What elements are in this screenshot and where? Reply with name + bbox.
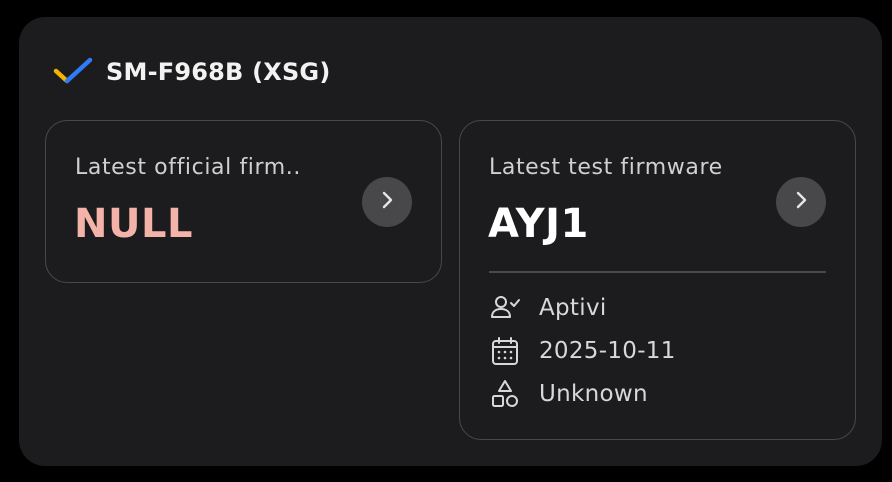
- test-firmware-card[interactable]: Latest test firmware AYJ1 Aptivi 2025-10…: [459, 120, 856, 440]
- firmware-date-row: 2025-10-11: [489, 335, 676, 367]
- shapes-icon: [489, 378, 521, 410]
- device-title: SM-F968B (XSG): [106, 58, 331, 86]
- test-firmware-label: Latest test firmware: [489, 155, 723, 180]
- firmware-date-text: 2025-10-11: [539, 338, 676, 364]
- official-firmware-value: NULL: [74, 201, 193, 247]
- firmware-author-row: Aptivi: [489, 292, 607, 324]
- official-firmware-label: Latest official firm..: [75, 155, 301, 180]
- firmware-category-row: Unknown: [489, 378, 648, 410]
- chevron-right-icon: [791, 190, 811, 214]
- official-firmware-open-button[interactable]: [362, 177, 412, 227]
- firmware-author-text: Aptivi: [539, 295, 607, 321]
- person-check-icon: [489, 292, 521, 324]
- test-firmware-open-button[interactable]: [776, 177, 826, 227]
- calendar-icon: [489, 335, 521, 367]
- checkmark-icon: [53, 56, 93, 88]
- official-firmware-card[interactable]: Latest official firm.. NULL: [45, 120, 442, 283]
- firmware-category-text: Unknown: [539, 381, 648, 407]
- test-firmware-value: AYJ1: [488, 201, 589, 247]
- device-header: SM-F968B (XSG): [53, 55, 331, 89]
- card-divider: [489, 271, 826, 273]
- firmware-widget: SM-F968B (XSG) Latest official firm.. NU…: [19, 17, 882, 466]
- chevron-right-icon: [377, 190, 397, 214]
